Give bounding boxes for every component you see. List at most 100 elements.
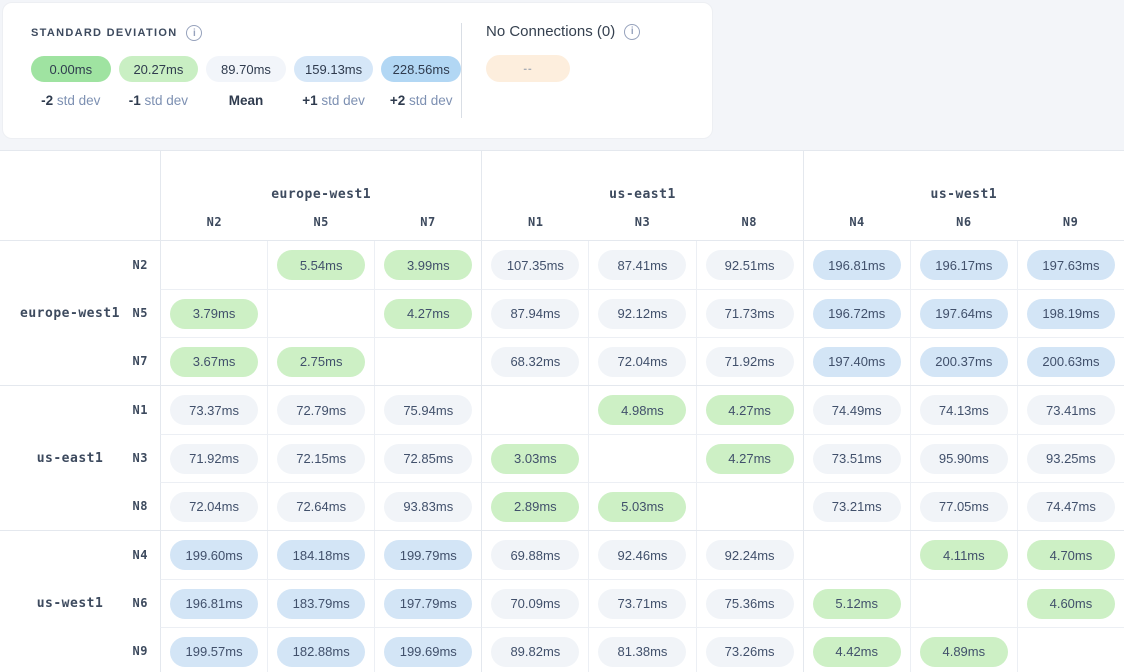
latency-cell[interactable]: 71.73ms (696, 289, 803, 337)
latency-pill[interactable]: 3.99ms (384, 250, 472, 280)
latency-cell[interactable]: 197.64ms (910, 289, 1017, 337)
latency-pill[interactable]: 93.83ms (384, 492, 472, 522)
latency-cell[interactable]: 3.79ms (160, 289, 267, 337)
latency-pill[interactable]: 197.79ms (384, 589, 472, 619)
latency-cell[interactable]: 196.72ms (803, 289, 910, 337)
latency-pill[interactable]: 68.32ms (491, 347, 579, 377)
latency-cell[interactable]: 183.79ms (267, 579, 374, 627)
latency-cell[interactable]: 68.32ms (481, 337, 588, 385)
latency-cell[interactable]: 92.12ms (588, 289, 695, 337)
latency-pill[interactable]: 73.21ms (813, 492, 901, 522)
latency-pill[interactable]: 71.92ms (170, 444, 258, 474)
latency-pill[interactable]: 199.57ms (170, 637, 258, 667)
latency-pill[interactable]: 75.94ms (384, 395, 472, 425)
latency-cell[interactable]: 72.04ms (588, 337, 695, 385)
latency-cell[interactable]: 77.05ms (910, 482, 1017, 530)
latency-pill[interactable]: 196.17ms (920, 250, 1008, 280)
latency-cell[interactable]: 93.25ms (1017, 434, 1124, 482)
info-icon[interactable]: i (624, 24, 640, 40)
latency-pill[interactable]: 92.12ms (598, 299, 686, 329)
latency-pill[interactable]: 3.79ms (170, 299, 258, 329)
latency-pill[interactable]: 77.05ms (920, 492, 1008, 522)
latency-cell[interactable]: 93.83ms (374, 482, 481, 530)
latency-cell[interactable]: 75.94ms (374, 386, 481, 434)
latency-pill[interactable]: 72.79ms (277, 395, 365, 425)
latency-cell[interactable]: 182.88ms (267, 627, 374, 672)
latency-pill[interactable]: 182.88ms (277, 637, 365, 667)
latency-cell[interactable]: 107.35ms (481, 241, 588, 289)
latency-pill[interactable]: 73.41ms (1027, 395, 1115, 425)
latency-cell[interactable]: 4.27ms (696, 434, 803, 482)
latency-pill[interactable]: 198.19ms (1027, 299, 1115, 329)
latency-cell[interactable]: 70.09ms (481, 579, 588, 627)
latency-cell[interactable]: 73.21ms (803, 482, 910, 530)
latency-pill[interactable]: 196.81ms (170, 589, 258, 619)
latency-pill[interactable]: 4.98ms (598, 395, 686, 425)
latency-cell[interactable]: 3.67ms (160, 337, 267, 385)
latency-cell[interactable]: 92.51ms (696, 241, 803, 289)
latency-pill[interactable]: 4.42ms (813, 637, 901, 667)
latency-cell[interactable]: 199.60ms (160, 531, 267, 579)
latency-pill[interactable]: 74.49ms (813, 395, 901, 425)
latency-cell[interactable]: 92.24ms (696, 531, 803, 579)
latency-cell[interactable]: 196.81ms (803, 241, 910, 289)
latency-pill[interactable]: 5.54ms (277, 250, 365, 280)
latency-cell[interactable]: 74.13ms (910, 386, 1017, 434)
latency-pill[interactable]: 73.51ms (813, 444, 901, 474)
latency-cell[interactable]: 199.57ms (160, 627, 267, 672)
latency-cell[interactable]: 3.03ms (481, 434, 588, 482)
latency-pill[interactable]: 5.12ms (813, 589, 901, 619)
latency-pill[interactable]: 81.38ms (598, 637, 686, 667)
latency-cell[interactable]: 4.89ms (910, 627, 1017, 672)
latency-cell[interactable]: 73.71ms (588, 579, 695, 627)
latency-pill[interactable]: 199.69ms (384, 637, 472, 667)
latency-pill[interactable]: 72.04ms (598, 347, 686, 377)
latency-cell[interactable]: 5.03ms (588, 482, 695, 530)
latency-cell[interactable]: 72.04ms (160, 482, 267, 530)
latency-cell[interactable]: 199.69ms (374, 627, 481, 672)
latency-pill[interactable]: 5.03ms (598, 492, 686, 522)
latency-pill[interactable]: 3.03ms (491, 444, 579, 474)
latency-cell[interactable]: 69.88ms (481, 531, 588, 579)
latency-pill[interactable]: 92.51ms (706, 250, 794, 280)
latency-pill[interactable]: 71.73ms (706, 299, 794, 329)
latency-cell[interactable]: 73.26ms (696, 627, 803, 672)
latency-pill[interactable]: 71.92ms (706, 347, 794, 377)
latency-cell[interactable]: 87.41ms (588, 241, 695, 289)
latency-pill[interactable]: 89.82ms (491, 637, 579, 667)
latency-cell[interactable]: 71.92ms (696, 337, 803, 385)
latency-pill[interactable]: 70.09ms (491, 589, 579, 619)
latency-cell[interactable]: 4.70ms (1017, 531, 1124, 579)
latency-pill[interactable]: 200.37ms (920, 347, 1008, 377)
latency-cell[interactable]: 184.18ms (267, 531, 374, 579)
latency-pill[interactable]: 75.36ms (706, 589, 794, 619)
latency-cell[interactable]: 74.49ms (803, 386, 910, 434)
latency-cell[interactable]: 72.85ms (374, 434, 481, 482)
latency-pill[interactable]: 200.63ms (1027, 347, 1115, 377)
latency-pill[interactable]: 92.46ms (598, 540, 686, 570)
latency-pill[interactable]: 73.26ms (706, 637, 794, 667)
latency-pill[interactable]: 69.88ms (491, 540, 579, 570)
latency-pill[interactable]: 4.70ms (1027, 540, 1115, 570)
latency-pill[interactable]: 4.27ms (384, 299, 472, 329)
latency-cell[interactable]: 4.42ms (803, 627, 910, 672)
latency-cell[interactable]: 73.41ms (1017, 386, 1124, 434)
latency-pill[interactable]: 87.94ms (491, 299, 579, 329)
latency-cell[interactable]: 92.46ms (588, 531, 695, 579)
latency-pill[interactable]: 199.79ms (384, 540, 472, 570)
latency-pill[interactable]: 4.11ms (920, 540, 1008, 570)
latency-pill[interactable]: 196.81ms (813, 250, 901, 280)
latency-cell[interactable]: 196.81ms (160, 579, 267, 627)
latency-cell[interactable]: 2.75ms (267, 337, 374, 385)
latency-cell[interactable]: 196.17ms (910, 241, 1017, 289)
latency-cell[interactable]: 199.79ms (374, 531, 481, 579)
info-icon[interactable]: i (186, 25, 202, 41)
latency-pill[interactable]: 87.41ms (598, 250, 686, 280)
latency-cell[interactable]: 197.79ms (374, 579, 481, 627)
latency-pill[interactable]: 197.40ms (813, 347, 901, 377)
latency-cell[interactable]: 71.92ms (160, 434, 267, 482)
latency-cell[interactable]: 197.40ms (803, 337, 910, 385)
latency-pill[interactable]: 4.27ms (706, 444, 794, 474)
latency-pill[interactable]: 72.64ms (277, 492, 365, 522)
latency-cell[interactable]: 95.90ms (910, 434, 1017, 482)
